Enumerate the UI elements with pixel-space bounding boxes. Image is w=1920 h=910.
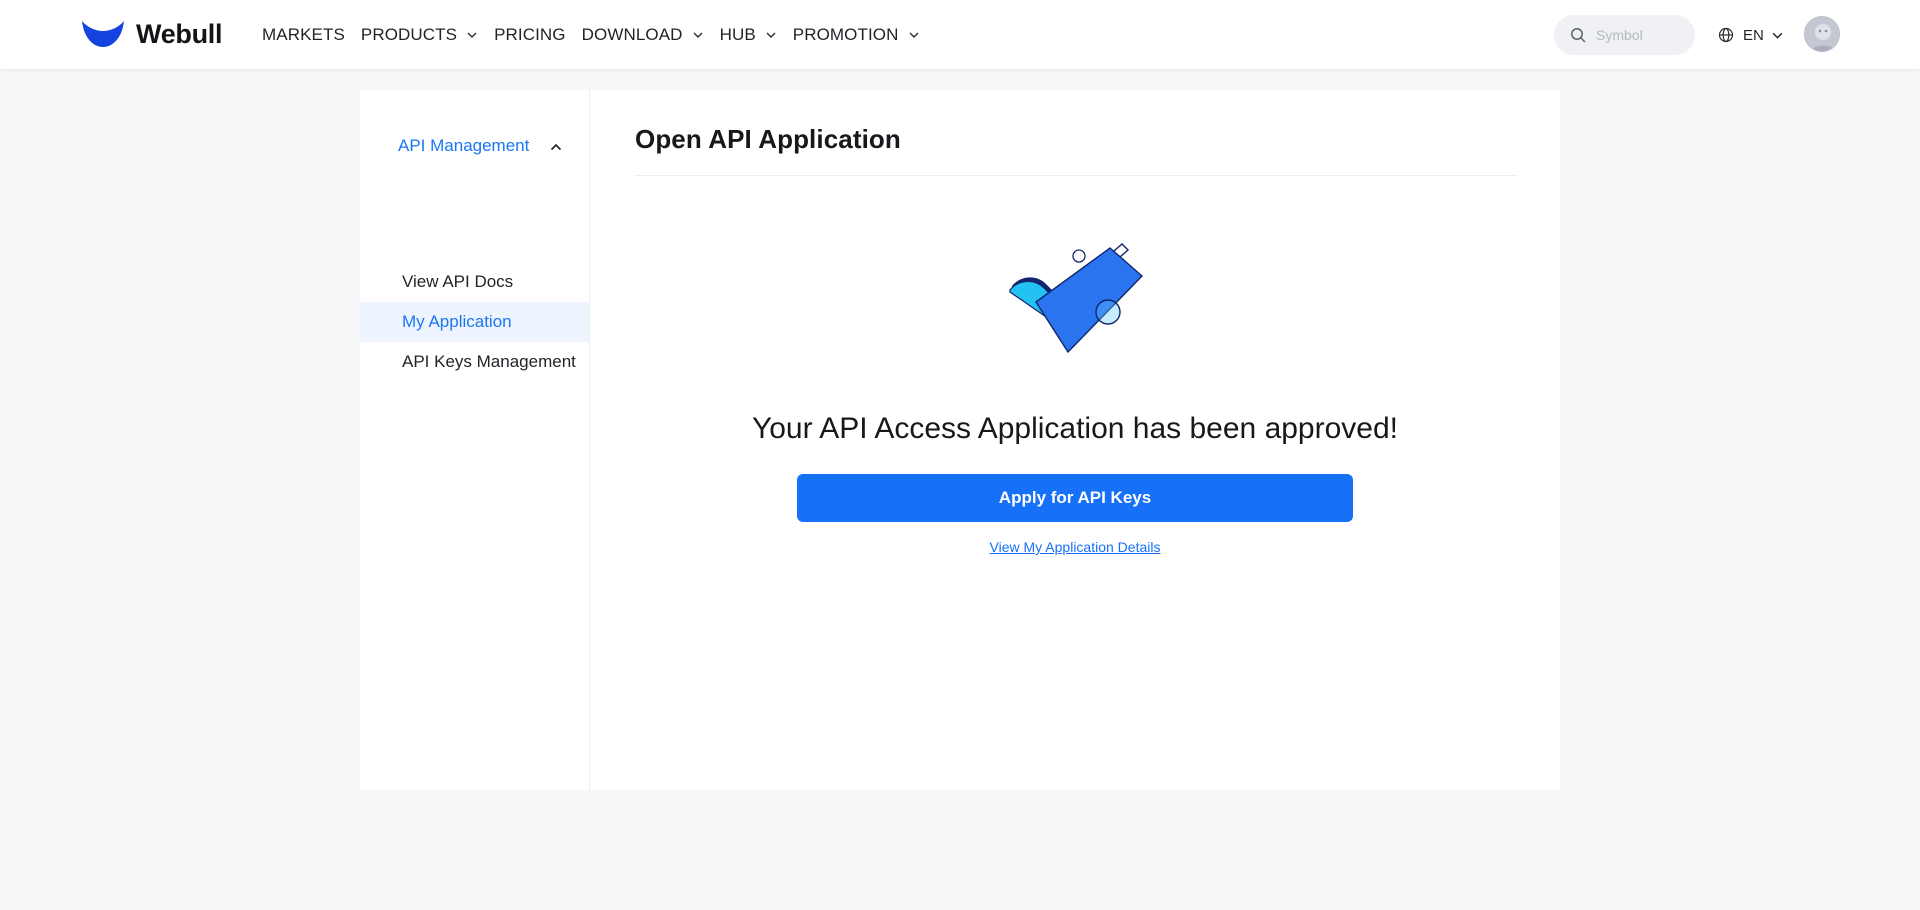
nav-label: PRICING (494, 25, 566, 44)
language-label: EN (1743, 26, 1764, 44)
top-navigation-bar: Webull MARKETS PRODUCTS PRICING DOWNLOAD… (0, 0, 1920, 70)
main-nav-menu: MARKETS PRODUCTS PRICING DOWNLOAD HUB PR… (262, 0, 936, 70)
nav-label: MARKETS (262, 25, 345, 44)
sidebar-item-label: My Application (402, 312, 512, 331)
globe-icon (1718, 27, 1734, 43)
avatar[interactable] (1804, 16, 1840, 52)
user-avatar-icon (1805, 17, 1839, 51)
nav-label: HUB (719, 25, 756, 44)
approved-checkmark-illustration (1009, 243, 1144, 354)
chevron-down-icon (693, 32, 703, 38)
chevron-down-icon (467, 32, 477, 38)
nav-label: DOWNLOAD (581, 25, 683, 44)
sidebar-item-label: View API Docs (402, 272, 514, 291)
nav-download[interactable]: DOWNLOAD (582, 25, 704, 45)
sidebar: API Management View API Docs My Applicat… (360, 90, 590, 790)
chevron-up-icon (550, 143, 562, 151)
nav-products[interactable]: PRODUCTS (361, 25, 478, 45)
nav-hub[interactable]: HUB (720, 25, 777, 45)
chevron-down-icon (766, 32, 776, 38)
view-application-details-link[interactable]: View My Application Details (990, 539, 1161, 555)
sidebar-group-api-management[interactable]: API Management (398, 134, 578, 158)
sidebar-group-label: API Management (398, 136, 530, 155)
language-selector[interactable]: EN (1718, 22, 1784, 48)
nav-markets[interactable]: MARKETS (262, 25, 345, 45)
symbol-search[interactable] (1554, 15, 1695, 55)
sidebar-item-view-api-docs[interactable]: View API Docs (360, 262, 589, 302)
sidebar-item-api-keys-management[interactable]: API Keys Management (360, 342, 589, 382)
nav-label: PRODUCTS (360, 25, 458, 44)
details-link-wrapper: View My Application Details (590, 539, 1560, 555)
search-icon (1571, 28, 1586, 43)
sidebar-item-my-application[interactable]: My Application (360, 302, 589, 342)
divider (635, 175, 1517, 176)
webull-logo[interactable]: Webull (80, 16, 223, 52)
chevron-down-icon (909, 32, 918, 38)
approval-headline: Your API Access Application has been app… (751, 412, 1398, 445)
chevron-down-icon (1772, 32, 1783, 39)
main-card: API Management View API Docs My Applicat… (360, 90, 1560, 790)
logo-wordmark: Webull (136, 18, 223, 49)
page-title: Open API Application (635, 124, 901, 154)
apply-for-api-keys-button[interactable]: Apply for API Keys (797, 474, 1353, 522)
content-area: Open API Application Your API Access App… (590, 90, 1560, 790)
sidebar-item-label: API Keys Management (402, 352, 576, 371)
nav-pricing[interactable]: PRICING (494, 25, 566, 45)
nav-label: PROMOTION (792, 25, 899, 44)
search-input[interactable] (1594, 26, 1684, 44)
webull-logo-icon (82, 21, 124, 47)
nav-promotion[interactable]: PROMOTION (793, 25, 920, 45)
